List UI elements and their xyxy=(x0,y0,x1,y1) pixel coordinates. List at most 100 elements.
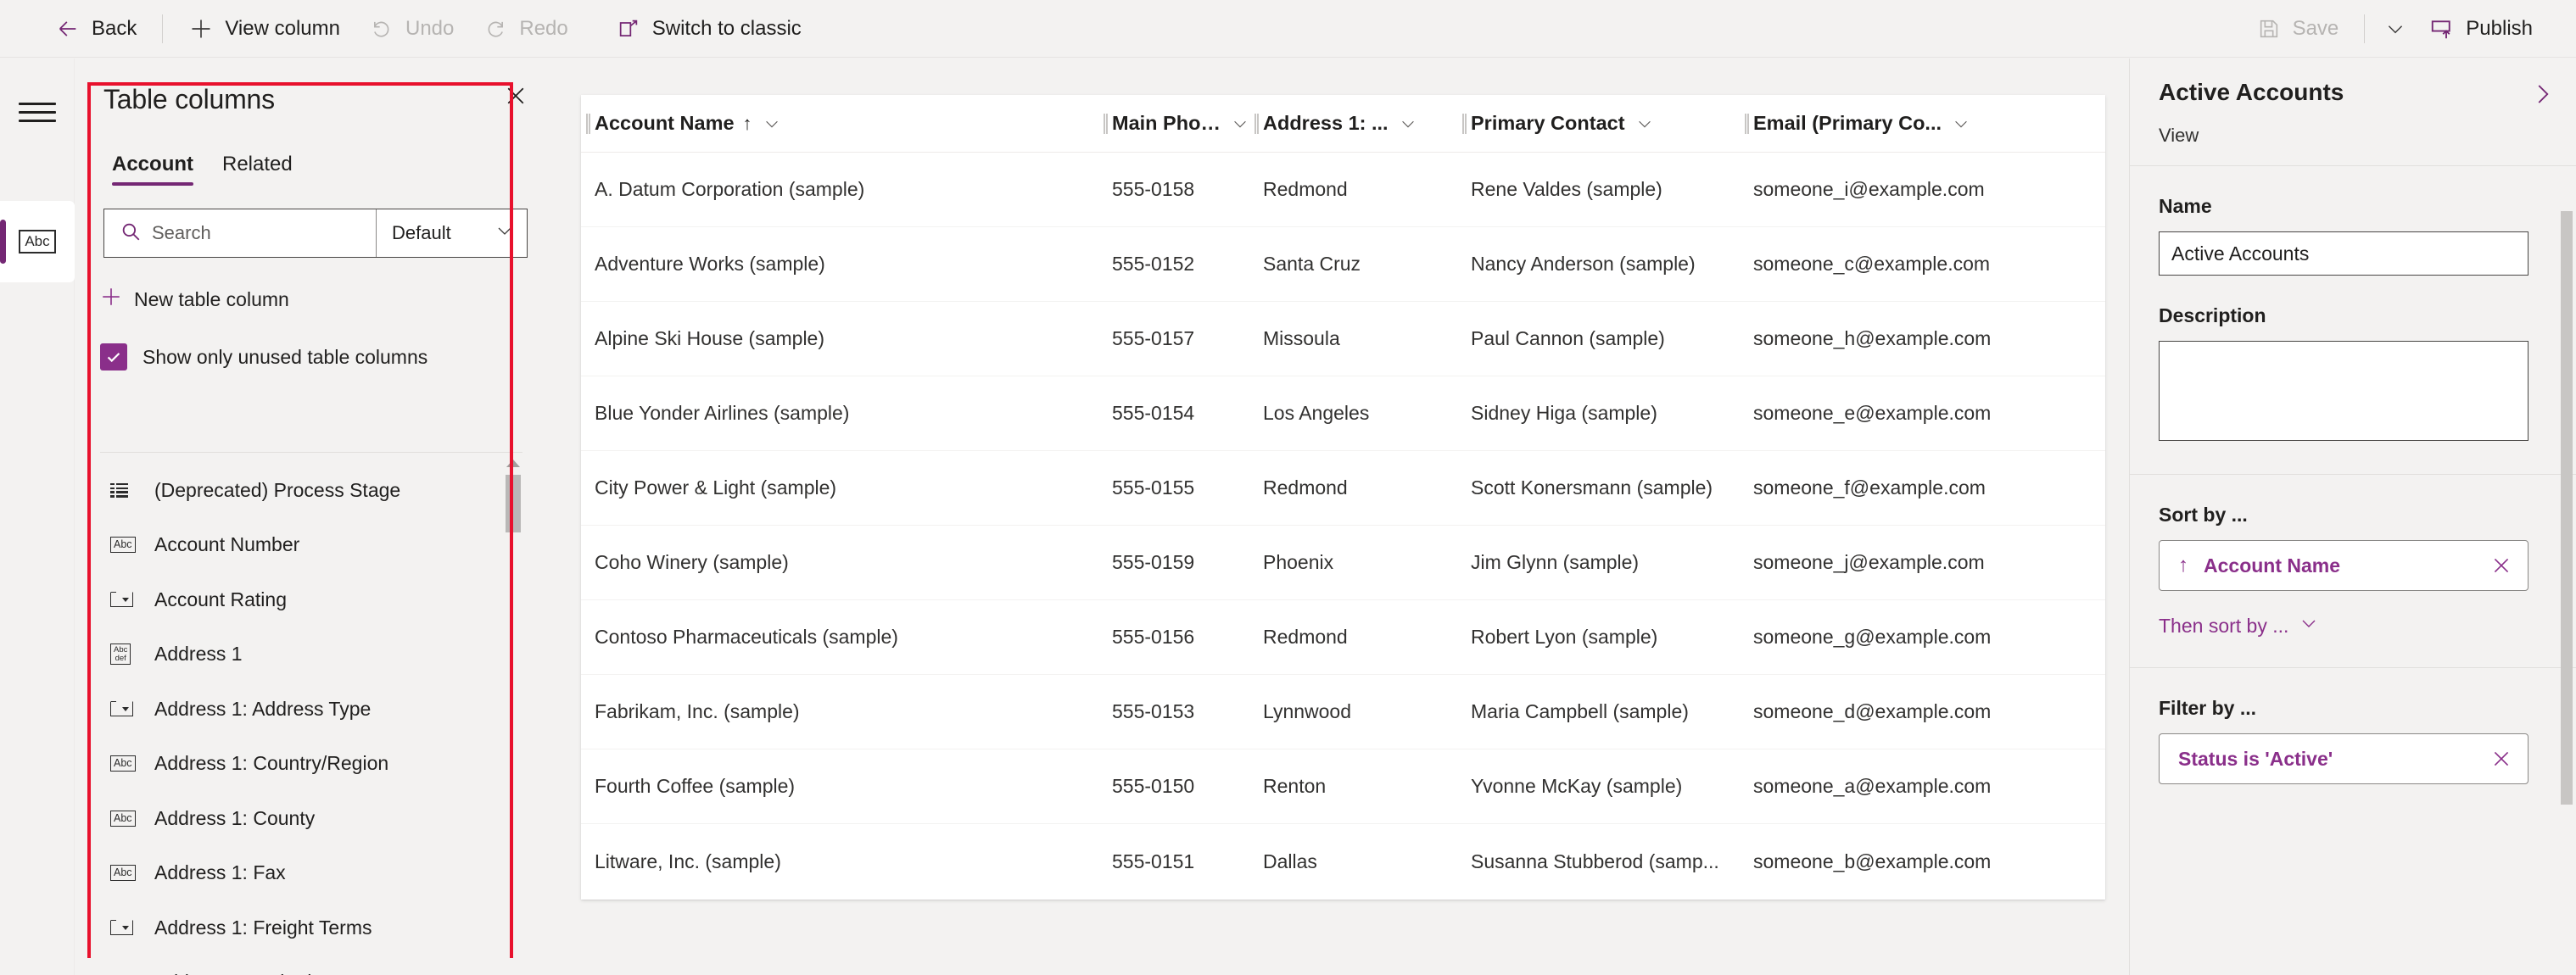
chevron-down-icon[interactable] xyxy=(1399,114,1417,133)
table-cell-phone: 555-0157 xyxy=(1112,327,1195,349)
table-cell-contact: Nancy Anderson (sample) xyxy=(1471,253,1696,275)
table-row[interactable]: Alpine Ski House (sample) 555-0157 Missoul… xyxy=(581,302,2105,376)
table-cell-email: someone_b@example.com xyxy=(1753,850,1992,872)
column-type-icon xyxy=(110,919,139,936)
table-cell-phone: 555-0151 xyxy=(1112,850,1195,872)
sort-by-pill[interactable]: ↑ Account Name xyxy=(2159,540,2529,591)
chevron-right-icon[interactable] xyxy=(2523,75,2561,113)
list-item[interactable]: (Deprecated) Process Stage xyxy=(100,463,522,518)
table-cell-contact: Susanna Stubberod (samp... xyxy=(1471,850,1719,872)
column-type-icon: Abc xyxy=(110,537,139,554)
chevron-down-icon[interactable] xyxy=(1952,114,1970,133)
view-column-button[interactable]: View column xyxy=(174,10,355,47)
table-cell-email: someone_i@example.com xyxy=(1753,178,1985,200)
show-unused-checkbox[interactable]: Show only unused table columns xyxy=(100,337,528,376)
close-icon[interactable] xyxy=(497,77,534,114)
chevron-down-icon[interactable] xyxy=(763,114,781,133)
table-cell-name: Contoso Pharmaceuticals (sample) xyxy=(595,626,898,648)
table-row[interactable]: Coho Winery (sample) 555-0159 Phoenix Jim G… xyxy=(581,526,2105,600)
option-set-icon xyxy=(110,919,133,936)
remove-sort-close-icon[interactable] xyxy=(2490,554,2512,577)
table-cell-phone: 555-0158 xyxy=(1112,178,1195,200)
name-description-section: Name Description xyxy=(2130,166,2576,475)
filter-by-pill[interactable]: Status is 'Active' xyxy=(2159,733,2529,784)
column-type-icon: Abc def xyxy=(110,644,139,666)
table-cell-email: someone_a@example.com xyxy=(1753,775,1992,797)
switch-to-classic-button[interactable]: Switch to classic xyxy=(601,10,816,47)
grid-column-header[interactable]: Email (Primary Co... xyxy=(1740,95,2096,153)
text-abc-icon: Abc xyxy=(19,230,56,254)
grid-column-header[interactable]: Account Name ↑ xyxy=(581,95,1098,153)
save-options-chevron-down-icon[interactable] xyxy=(2376,10,2415,47)
table-row[interactable]: Blue Yonder Airlines (sample) 555-0154 Los… xyxy=(581,376,2105,451)
column-type-icon: Abc xyxy=(110,865,139,882)
properties-subtitle: View xyxy=(2159,125,2199,146)
redo-button[interactable]: Redo xyxy=(468,10,582,47)
table-row[interactable]: Fourth Coffee (sample) 555-0150 Renton Yvon… xyxy=(581,749,2105,824)
scroll-up-icon[interactable] xyxy=(504,456,522,471)
list-item-label: Account Number xyxy=(154,533,300,556)
tab-related[interactable]: Related xyxy=(214,148,301,188)
name-input[interactable] xyxy=(2159,231,2529,276)
properties-scrollbar[interactable] xyxy=(2561,211,2573,975)
new-table-column-label: New table column xyxy=(134,287,289,310)
grid-column-header[interactable]: Main Phone xyxy=(1098,95,1249,153)
list-item[interactable]: Address 1: Freight Terms xyxy=(100,900,522,956)
table-cell-name: Adventure Works (sample) xyxy=(595,253,825,275)
sort-ascending-arrow-icon: ↑ xyxy=(2178,554,2188,577)
list-item-label: Address 1: Freight Terms xyxy=(154,916,372,939)
table-cell-address: Lynnwood xyxy=(1263,700,1352,722)
table-row[interactable]: Adventure Works (sample) 555-0152 Santa Cr… xyxy=(581,227,2105,302)
column-type-icon: Abc xyxy=(110,755,139,772)
redo-label: Redo xyxy=(519,16,568,40)
then-sort-by-dropdown[interactable]: Then sort by ... xyxy=(2159,613,2319,638)
save-button[interactable]: Save xyxy=(2242,10,2354,47)
chevron-down-icon xyxy=(495,220,515,246)
grid-column-header[interactable]: Address 1: ... xyxy=(1249,95,1457,153)
table-cell-contact: Yvonne McKay (sample) xyxy=(1471,775,1683,797)
command-bar-left: Back View column Undo Redo Switch to cla… xyxy=(0,10,816,47)
tab-account[interactable]: Account xyxy=(103,148,202,188)
table-columns-header: Table columns xyxy=(75,58,556,115)
list-item[interactable]: Abc Address 1: Country/Region xyxy=(100,737,522,792)
table-row[interactable]: Contoso Pharmaceuticals (sample) 555-0156… xyxy=(581,600,2105,675)
list-item[interactable]: Address 1: Address Type xyxy=(100,682,522,737)
undo-button[interactable]: Undo xyxy=(355,10,468,47)
sort-by-field: Account Name xyxy=(2204,554,2341,577)
back-button[interactable]: Back xyxy=(41,10,151,47)
multiline-text-icon: Abc def xyxy=(110,644,131,666)
search-input[interactable] xyxy=(152,222,364,244)
list-item[interactable]: Abc Account Number xyxy=(100,518,522,573)
list-item[interactable]: Abc Address 1: Fax xyxy=(100,846,522,901)
hamburger-menu-icon[interactable] xyxy=(19,93,56,131)
table-row[interactable]: A. Datum Corporation (sample) 555-0158 Red… xyxy=(581,153,2105,227)
description-input[interactable] xyxy=(2159,341,2529,441)
column-list-scrollbar[interactable] xyxy=(504,453,522,975)
remove-filter-close-icon[interactable] xyxy=(2490,748,2512,770)
chevron-down-icon[interactable] xyxy=(1231,114,1249,133)
table-row[interactable]: Litware, Inc. (sample) 555-0151 Dallas Susa… xyxy=(581,824,2105,899)
column-filter-dropdown[interactable]: Default xyxy=(376,209,527,257)
then-sort-by-label: Then sort by ... xyxy=(2159,614,2289,637)
view-column-label: View column xyxy=(225,16,340,40)
list-item[interactable]: Account Rating xyxy=(100,572,522,627)
publish-button[interactable]: Publish xyxy=(2415,10,2547,47)
checkmark-icon xyxy=(100,343,127,370)
grid-header-row: Account Name ↑ Main Phone Address 1: ... Pri… xyxy=(581,95,2105,153)
table-row[interactable]: City Power & Light (sample) 555-0155 Redmo… xyxy=(581,451,2105,526)
grid-column-header[interactable]: Primary Contact xyxy=(1457,95,1740,153)
sidebar-item-columns[interactable]: Abc xyxy=(0,201,75,282)
chevron-down-icon[interactable] xyxy=(1635,114,1654,133)
search-row: Default xyxy=(103,209,528,258)
new-table-column-button[interactable]: New table column xyxy=(100,280,528,319)
scrollbar-thumb[interactable] xyxy=(2561,211,2573,805)
list-item[interactable]: Abc Address 1: County xyxy=(100,791,522,846)
scrollbar-thumb[interactable] xyxy=(506,475,521,532)
table-row[interactable]: Fabrikam, Inc. (sample) 555-0153 Lynnwood M… xyxy=(581,675,2105,749)
list-item[interactable]: 123Address 1: Latitude xyxy=(100,956,522,975)
column-filter-value: Default xyxy=(392,222,451,243)
table-cell-contact: Paul Cannon (sample) xyxy=(1471,327,1665,349)
list-item-label: Address 1: Latitude xyxy=(154,971,322,975)
search-container xyxy=(104,209,376,257)
list-item[interactable]: Abc def Address 1 xyxy=(100,627,522,682)
